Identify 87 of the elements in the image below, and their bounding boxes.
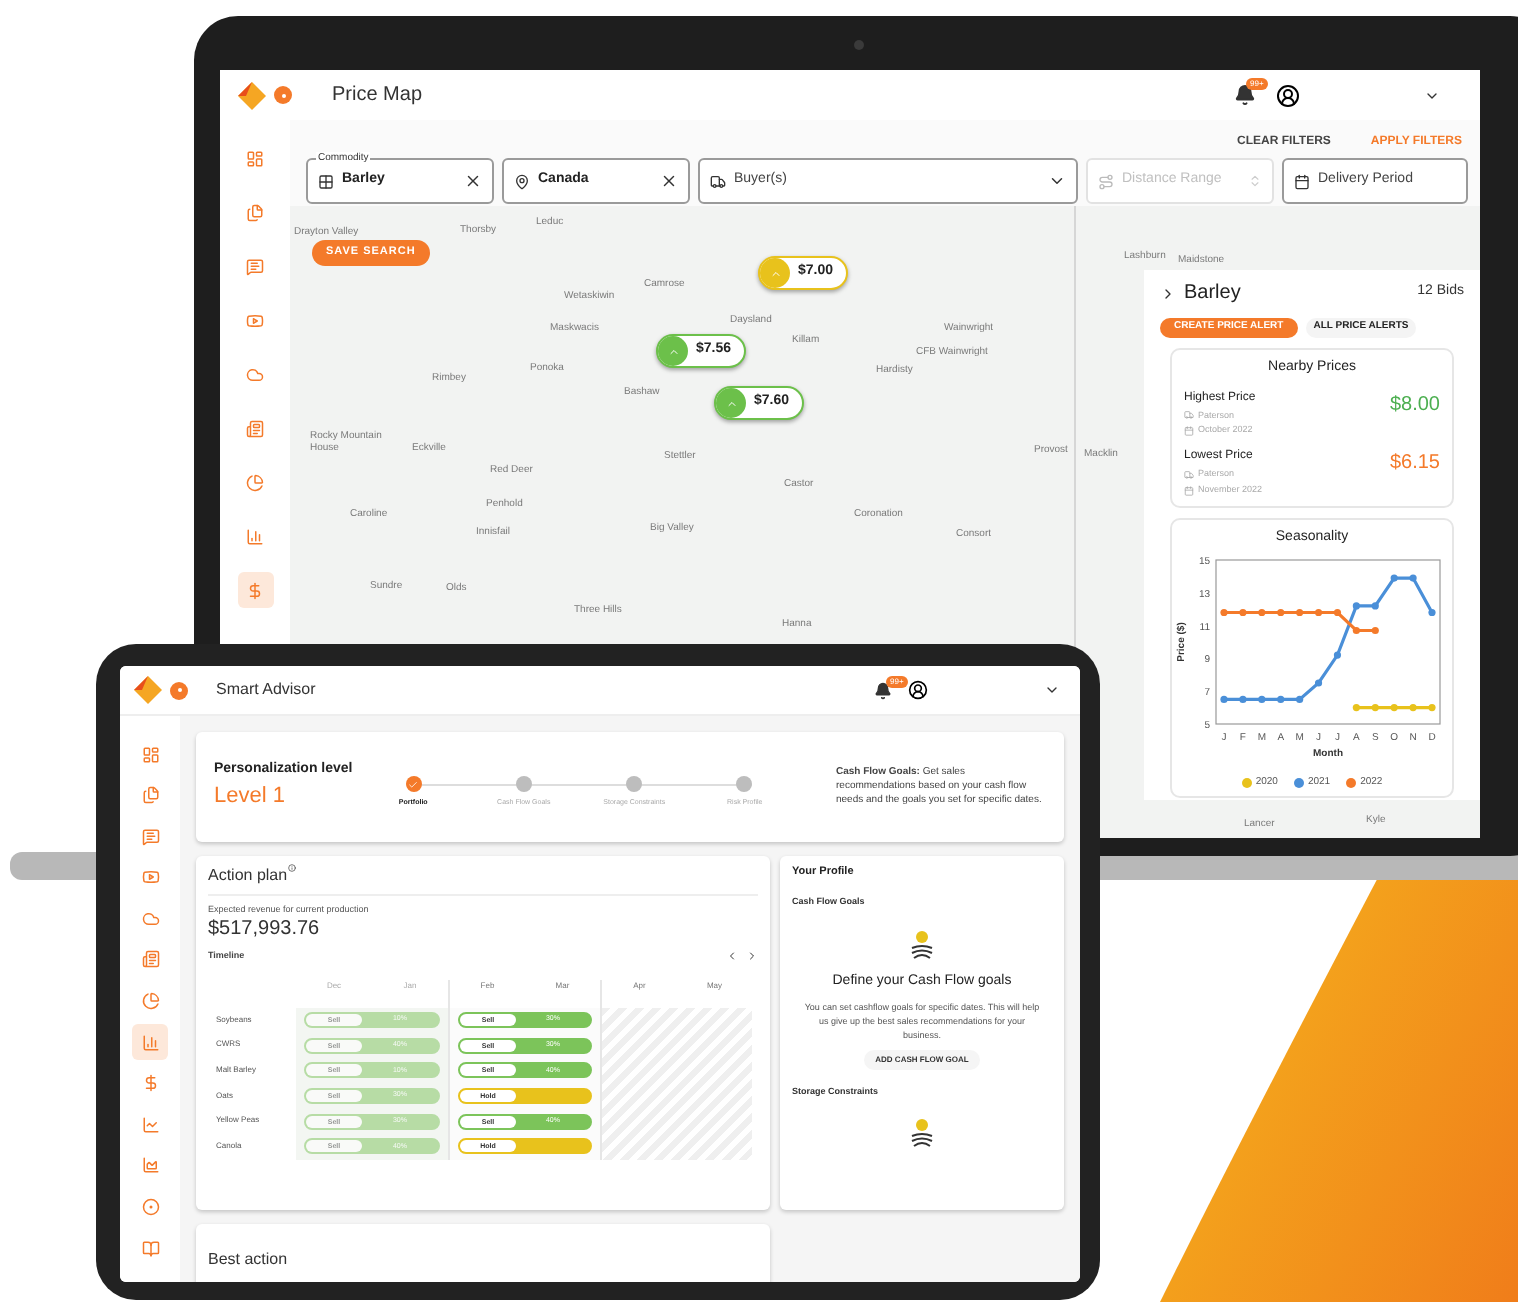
map-pin-icon — [514, 173, 530, 189]
cloud-icon — [246, 365, 264, 383]
field-pin-icon — [910, 930, 934, 962]
truck-icon — [1184, 469, 1194, 480]
dashboard-icon — [246, 149, 264, 167]
data-point — [1277, 695, 1285, 703]
account-icon[interactable] — [908, 680, 928, 700]
price-value: $6.15 — [1389, 450, 1440, 478]
chevron-up-icon — [667, 345, 679, 357]
dashboard-icon — [141, 745, 159, 763]
data-point — [1352, 626, 1360, 635]
documents-icon — [141, 786, 159, 805]
bar-chart-icon — [141, 1033, 159, 1052]
data-point — [1409, 574, 1417, 582]
data-point — [1314, 608, 1323, 617]
truck-icon — [710, 173, 726, 189]
panel-commodity: Barley — [1184, 280, 1241, 308]
clear-icon[interactable] — [464, 172, 482, 190]
chevron-up-icon — [725, 397, 737, 409]
chevron-down-icon[interactable] — [1044, 682, 1060, 698]
chat-icon — [246, 257, 264, 275]
chevron-right-icon[interactable] — [1160, 285, 1176, 301]
data-point — [1258, 695, 1266, 703]
dollar-icon — [141, 1074, 159, 1093]
news-icon — [141, 950, 159, 969]
news-icon — [246, 419, 264, 437]
pie-chart-icon — [246, 473, 264, 491]
logo-icon — [236, 79, 268, 111]
circle-icon — [141, 1198, 159, 1217]
calendar-icon — [1184, 426, 1194, 437]
data-point — [1371, 704, 1379, 712]
data-point — [1220, 695, 1228, 703]
video-icon — [141, 868, 159, 887]
sidebar-item[interactable] — [237, 572, 273, 608]
video-icon — [246, 311, 264, 329]
cloud-icon — [141, 909, 159, 928]
calendar-icon — [1184, 485, 1194, 496]
menu-toggle-icon[interactable] — [274, 86, 292, 104]
card-title: Best action — [208, 1250, 288, 1268]
notification-bell-icon[interactable] — [1234, 84, 1256, 106]
chevron-up-icon — [769, 267, 781, 279]
area-chart-icon — [141, 1156, 159, 1175]
data-point — [1409, 704, 1417, 712]
data-point — [1428, 704, 1436, 712]
camera-icon — [854, 40, 864, 50]
info-icon[interactable] — [287, 864, 296, 872]
menu-toggle-icon[interactable] — [170, 681, 188, 699]
dropdown-caret-icon[interactable] — [1048, 172, 1066, 190]
grid-icon — [318, 173, 334, 189]
calendar-icon — [1294, 173, 1310, 189]
data-point — [1220, 608, 1228, 617]
account-icon[interactable] — [1276, 83, 1300, 107]
level-value: Level 1 — [214, 782, 287, 813]
book-icon — [141, 1239, 159, 1258]
previous-icon[interactable] — [726, 950, 738, 963]
data-point — [1333, 651, 1342, 659]
field-pin-icon — [910, 1118, 934, 1151]
card-title: Action plan — [208, 864, 288, 888]
truck-icon — [1184, 410, 1194, 421]
data-point — [1371, 626, 1379, 635]
page-title: Smart Advisor — [216, 678, 316, 702]
next-icon[interactable] — [746, 950, 758, 963]
data-point — [1390, 704, 1398, 712]
data-point — [1371, 602, 1379, 610]
line-chart-icon — [141, 1115, 159, 1134]
data-point — [1352, 704, 1360, 712]
notification-bell-icon[interactable] — [874, 681, 892, 699]
series-line — [1356, 706, 1432, 710]
pie-chart-icon — [141, 992, 159, 1011]
data-point — [1239, 695, 1247, 703]
data-point — [1333, 608, 1342, 617]
price-value: $8.00 — [1389, 391, 1440, 419]
chat-icon — [141, 827, 159, 846]
documents-icon — [246, 203, 264, 221]
revenue-value: $517,993.76 — [208, 917, 322, 942]
data-point — [1314, 679, 1323, 687]
data-point — [1296, 695, 1304, 703]
sidebar-item[interactable] — [132, 1024, 168, 1061]
dollar-icon — [246, 581, 264, 599]
page-title: Price Map — [332, 82, 423, 110]
bar-chart-icon — [246, 527, 264, 545]
data-point — [1390, 574, 1398, 582]
route-icon — [1098, 173, 1114, 189]
clear-icon[interactable] — [660, 172, 678, 190]
logo-icon — [132, 674, 164, 706]
data-point — [1428, 608, 1436, 617]
data-point — [1352, 602, 1360, 610]
